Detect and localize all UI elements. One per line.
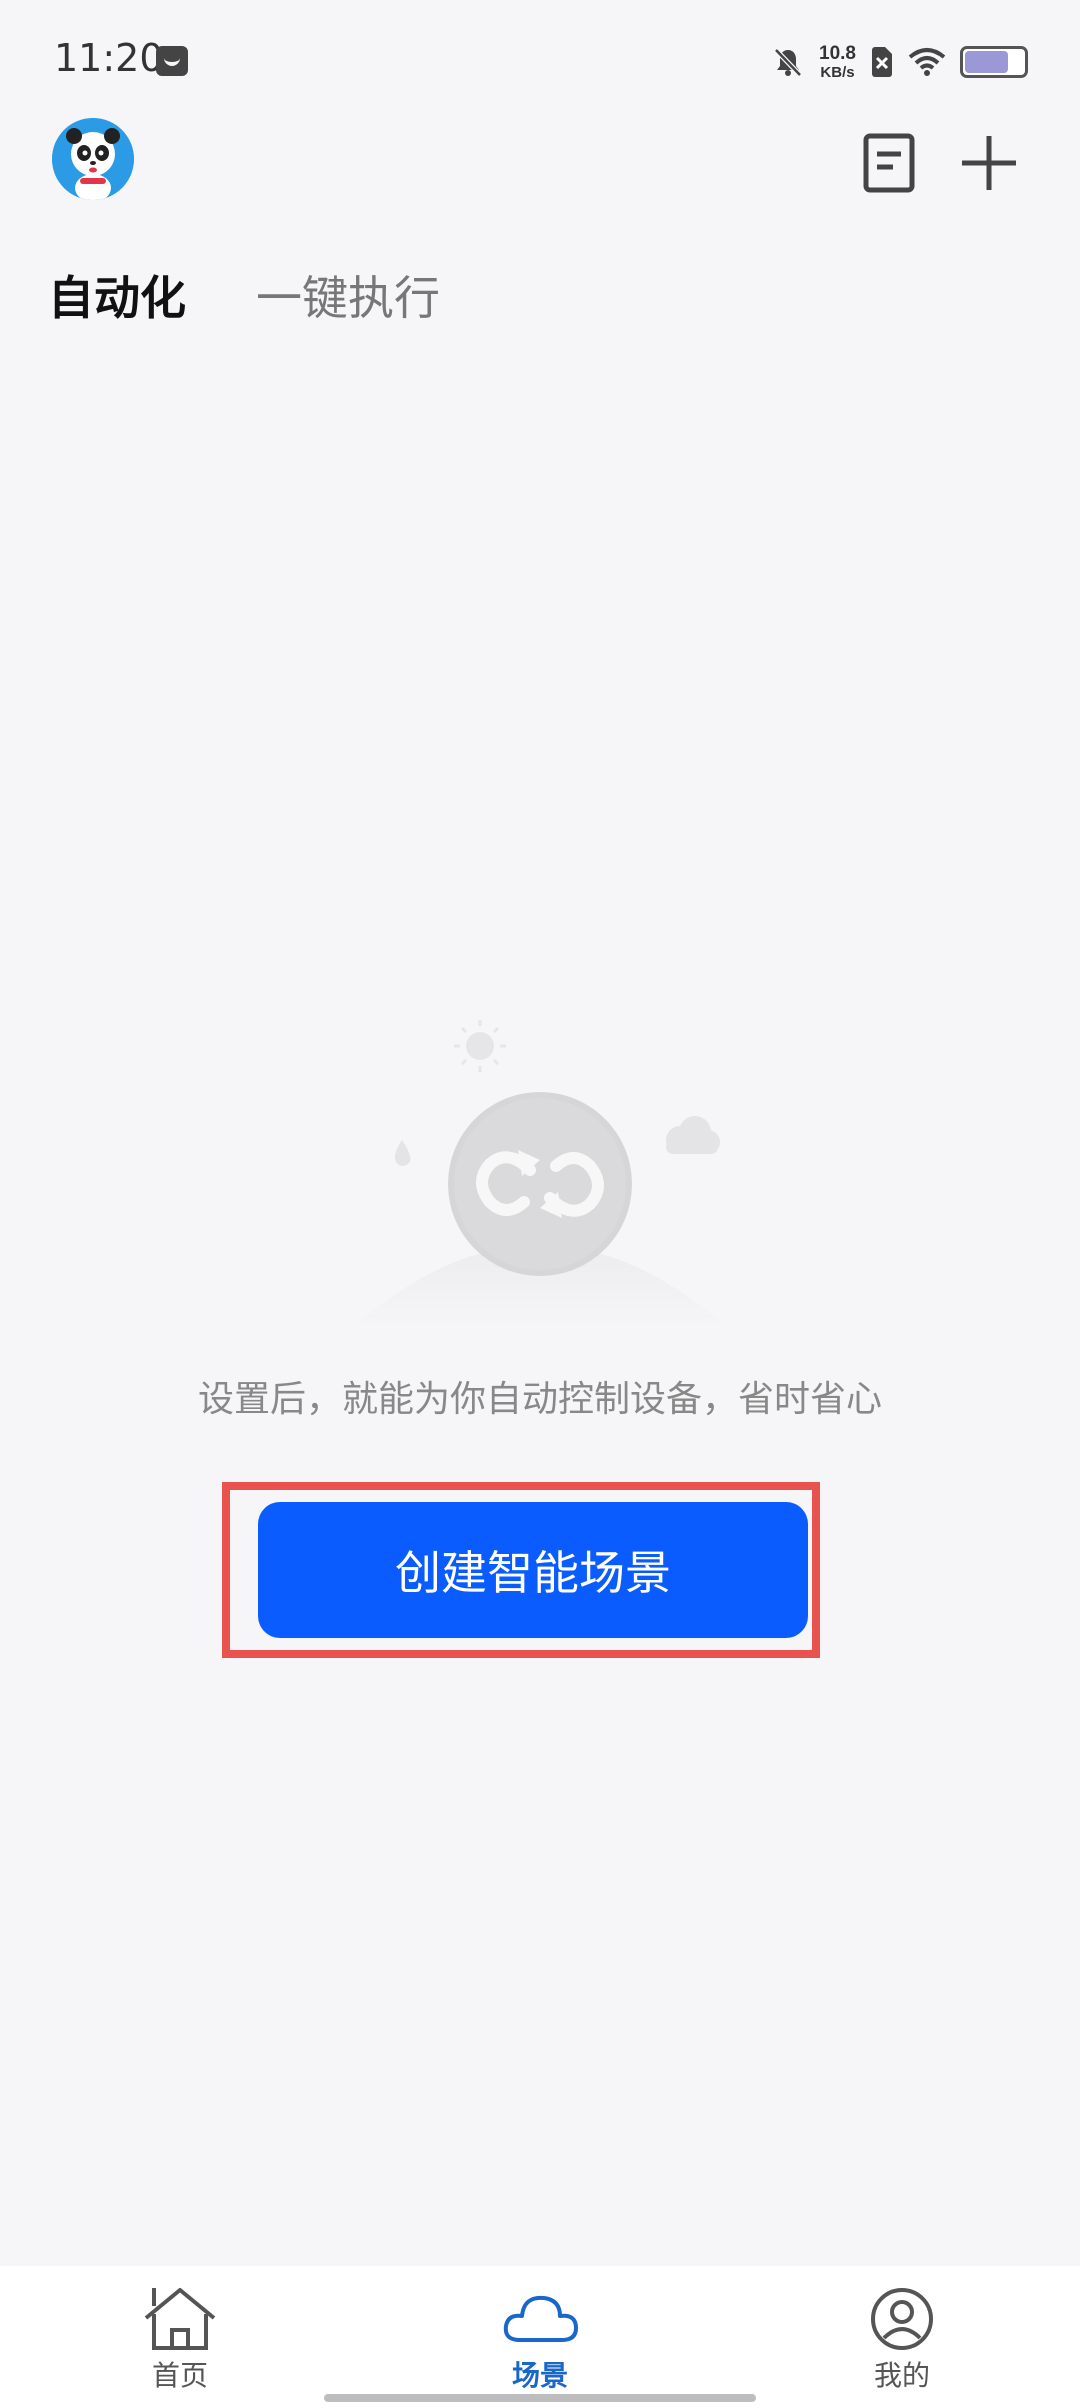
document-button[interactable] — [860, 132, 920, 194]
panda-avatar-icon[interactable] — [52, 118, 134, 200]
nav-mine-label: 我的 — [873, 2359, 930, 2392]
user-icon — [867, 2284, 937, 2358]
plus-icon — [962, 136, 1016, 190]
bottom-nav: 首页 场景 我的 — [0, 2266, 1080, 2408]
battery-icon — [960, 46, 1028, 78]
scene-tabs: 自动化 一键执行 — [48, 262, 440, 328]
document-icon — [863, 133, 915, 193]
network-speed-unit: KB/s — [820, 64, 855, 81]
nav-home[interactable]: 首页 — [80, 2266, 280, 2408]
network-speed-value: 10.8 — [819, 43, 856, 64]
nav-scene[interactable]: 场景 — [440, 2266, 640, 2408]
home-indicator-bar[interactable] — [324, 2394, 756, 2402]
nav-mine[interactable]: 我的 — [802, 2266, 1002, 2408]
network-speed: 10.8 KB/s — [819, 44, 856, 80]
message-notification-icon — [156, 46, 188, 76]
nav-scene-label: 场景 — [511, 2359, 568, 2392]
wifi-icon — [908, 47, 946, 77]
status-bar: 11:20 10.8 KB/s — [0, 0, 1080, 120]
empty-illustration — [340, 1010, 740, 1340]
tab-one-tap[interactable]: 一键执行 — [256, 262, 440, 328]
status-icons: 10.8 KB/s — [771, 40, 1028, 84]
no-sim-icon — [870, 46, 894, 78]
loop-sync-icon — [350, 1020, 730, 1330]
battery-level-fill — [965, 51, 1009, 73]
nav-home-label: 首页 — [151, 2359, 208, 2392]
create-smart-scene-button[interactable]: 创建智能场景 — [258, 1502, 808, 1638]
tab-automation[interactable]: 自动化 — [48, 262, 186, 328]
home-icon — [140, 2284, 220, 2358]
cloud-icon — [500, 2284, 580, 2358]
empty-state-message: 设置后，就能为你自动控制设备，省时省心 — [197, 1379, 882, 1420]
mute-bell-icon — [771, 45, 805, 79]
add-button[interactable] — [958, 132, 1020, 194]
scene-screen: 11:20 10.8 KB/s 自动化 一键执行 设置后，就能为你自动控制设备，… — [0, 0, 1080, 2408]
status-time: 11:20 — [54, 36, 164, 80]
